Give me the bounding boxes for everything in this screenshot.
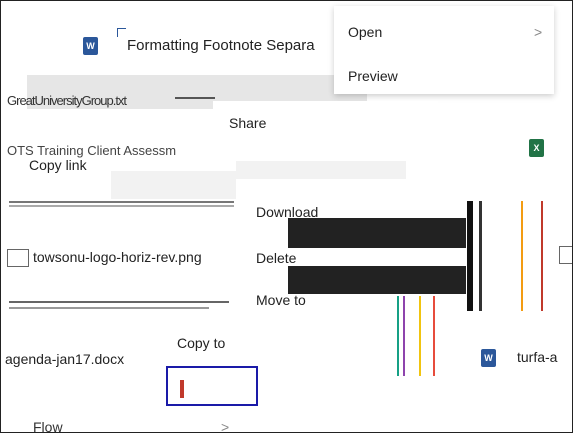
glitch-stripe <box>397 296 399 376</box>
glitch-line <box>175 97 215 99</box>
menu-item-open[interactable]: Open <box>348 24 382 40</box>
file-name[interactable]: turfa-a <box>517 349 557 365</box>
menu-item-move-to[interactable]: Move to <box>256 292 306 308</box>
glitch-block <box>111 171 236 199</box>
glitch-row <box>1 291 241 315</box>
glitch-bar <box>288 218 466 248</box>
image-file-icon <box>7 249 29 267</box>
chevron-right-icon: > <box>221 419 230 433</box>
file-name[interactable]: Formatting Footnote Separa <box>127 37 315 54</box>
glitch-stripe <box>541 201 543 311</box>
menu-item-delete[interactable]: Delete <box>256 250 296 266</box>
excel-file-icon: X <box>529 139 544 157</box>
menu-item-copy-to[interactable]: Copy to <box>177 335 225 351</box>
file-name[interactable]: towsonu-logo-horiz-rev.png <box>33 249 202 265</box>
context-menu-top: Open > Preview <box>334 6 554 94</box>
menu-item-flow[interactable]: Flow <box>33 419 63 432</box>
file-name[interactable]: OTS Training Client Assessm <box>7 143 176 158</box>
file-row-5[interactable]: agenda-jan17.docx <box>1 347 171 377</box>
menu-item-preview[interactable]: Preview <box>348 68 398 84</box>
glitch-stripe <box>479 201 482 311</box>
file-row-4[interactable]: towsonu-logo-horiz-rev.png <box>1 243 241 275</box>
glitch-stripe <box>521 201 523 311</box>
word-file-icon: W <box>481 349 496 367</box>
glitch-stripe <box>419 296 421 376</box>
new-file-sparkle-icon <box>117 28 126 37</box>
context-menu-mid: Share <box>213 101 438 161</box>
glitch-stripe <box>433 296 435 376</box>
file-name[interactable]: agenda-jan17.docx <box>5 351 124 367</box>
file-row-6[interactable]: W turfa-a <box>471 341 572 381</box>
glitch-bar <box>288 266 466 294</box>
glitch-block <box>236 161 406 179</box>
word-file-icon: W <box>83 37 98 55</box>
glitch-stripe <box>467 201 473 311</box>
chevron-right-icon: > <box>534 24 543 40</box>
menu-item-copy-link[interactable]: Copy link <box>29 157 87 173</box>
file-name[interactable]: GreatUniversityGroup.txt <box>7 93 127 108</box>
image-file-icon <box>559 246 572 264</box>
screen-frame: W Formatting Footnote Separa GreatUniver… <box>0 0 573 433</box>
selection-checkbox[interactable] <box>166 366 258 406</box>
menu-item-share[interactable]: Share <box>229 115 266 131</box>
context-menu-low: Download Delete Move to <box>236 196 476 338</box>
glitch-stripe <box>403 296 405 376</box>
